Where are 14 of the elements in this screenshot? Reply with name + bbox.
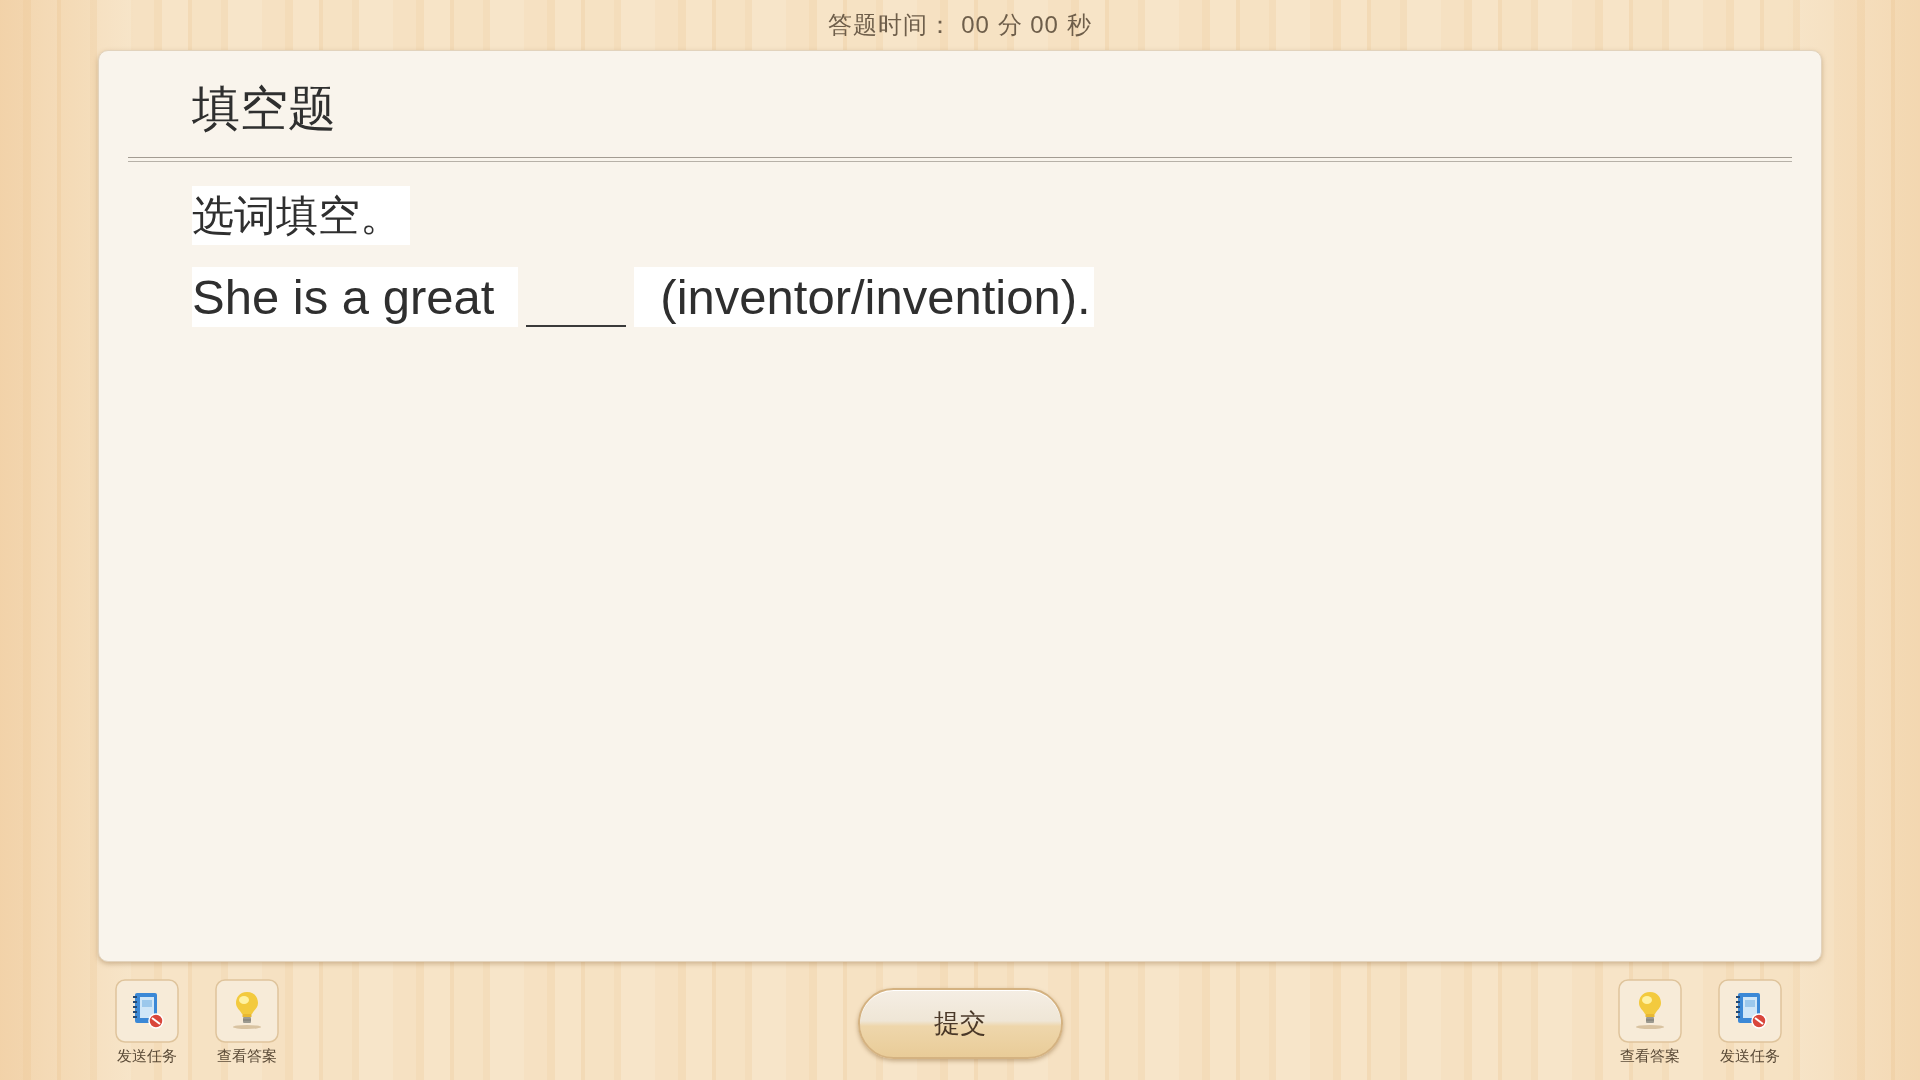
lightbulb-icon [215,979,279,1043]
sentence-text: She is a great [192,267,519,327]
notebook-icon [115,979,179,1043]
view-answer-button[interactable]: 查看答案 [215,979,279,1065]
timer-text: 答题时间： 00 分 00 秒 [828,10,1092,40]
send-task-button[interactable]: 发送任务 [1718,979,1782,1065]
send-task-button[interactable]: 发送任务 [115,979,179,1065]
instruction-text: 选词填空。 [192,186,410,245]
notebook-icon [1718,979,1782,1043]
sentence-text: (inventor/invention). [634,267,1094,327]
lightbulb-icon [1618,979,1682,1043]
question-type-title: 填空题 [192,81,336,137]
submit-button[interactable]: 提交 [857,988,1063,1059]
view-answer-button[interactable]: 查看答案 [1618,979,1682,1065]
